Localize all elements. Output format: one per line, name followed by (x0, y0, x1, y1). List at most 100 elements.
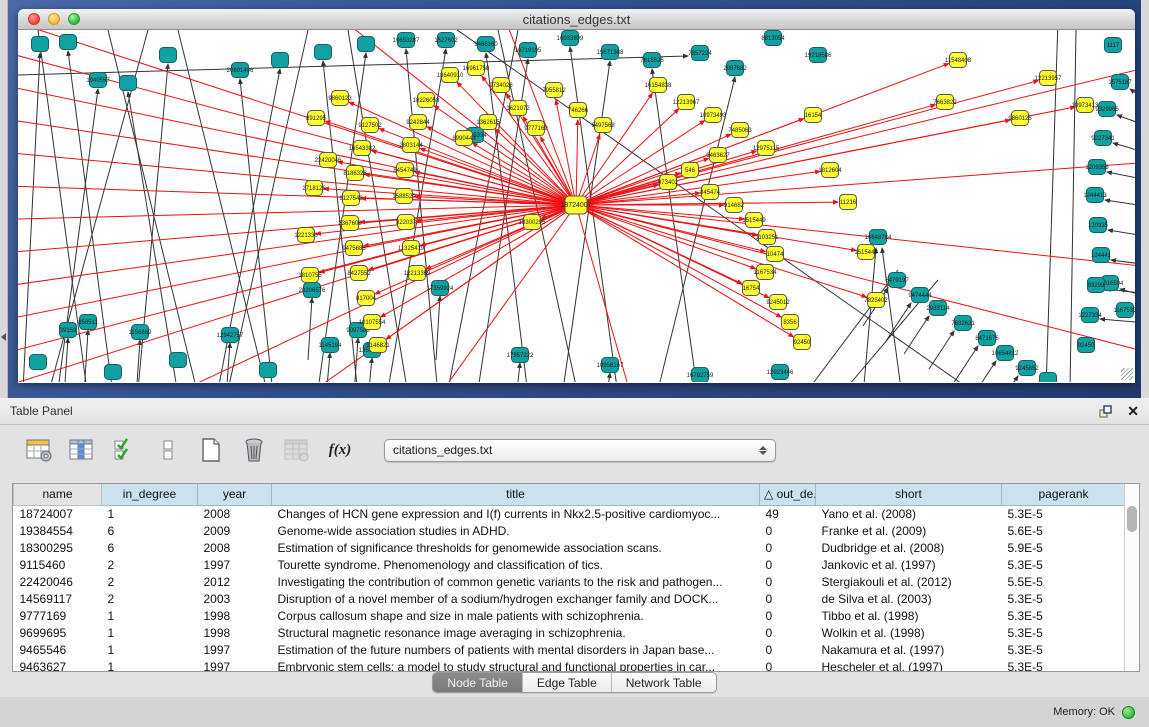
citation-edge-black[interactable] (368, 358, 372, 382)
cell-pagerank[interactable]: 5.3E-5 (1002, 607, 1125, 624)
cell-year[interactable]: 1997 (198, 658, 272, 671)
graph-node[interactable]: 20691406 (227, 63, 254, 78)
table-row[interactable]: 946362711997Embryonic stem cells: a mode… (14, 658, 1125, 671)
cell-year[interactable]: 1997 (198, 556, 272, 573)
citation-edge-red[interactable] (576, 81, 1038, 205)
cell-out_degree[interactable]: 49 (760, 505, 816, 522)
cell-short[interactable]: Wolkin et al. (1998) (816, 624, 1002, 641)
graph-node[interactable] (260, 363, 277, 378)
table-vertical-scrollbar[interactable] (1124, 484, 1139, 671)
graph-node[interactable]: 9475685 (342, 241, 366, 256)
table-row[interactable]: 2242004622012Investigating the contribut… (14, 573, 1125, 590)
graph-node[interactable]: 10654812 (992, 346, 1019, 361)
citation-edge-red[interactable] (576, 64, 949, 205)
citation-edge-red[interactable] (18, 205, 576, 255)
table-row[interactable]: 977716911998Corpus callosum shape and si… (14, 607, 1125, 624)
cell-pagerank[interactable]: 5.3E-5 (1002, 624, 1125, 641)
cell-out_degree[interactable]: 0 (760, 658, 816, 671)
cell-pagerank[interactable]: 5.5E-5 (1002, 573, 1125, 590)
cell-in_degree[interactable]: 6 (102, 522, 198, 539)
graph-node[interactable]: 10973493 (700, 108, 727, 123)
cell-short[interactable]: Franke et al. (2009) (816, 522, 1002, 539)
cell-in_degree[interactable]: 6 (102, 539, 198, 556)
graph-node[interactable]: 2933114 (927, 301, 951, 316)
citation-edge-black[interactable] (1105, 200, 1135, 208)
graph-node[interactable]: 1812604 (818, 163, 842, 178)
graph-node[interactable] (120, 76, 137, 91)
canvas-resize-grip[interactable] (1121, 368, 1133, 380)
graph-node[interactable]: 6479197 (885, 273, 909, 288)
citation-edge-black[interactable] (64, 338, 68, 382)
citation-edge-black[interactable] (606, 373, 610, 382)
graph-node[interactable]: 1362615 (476, 115, 500, 130)
cell-year[interactable]: 1997 (198, 641, 272, 658)
citation-edge-black[interactable] (1117, 115, 1135, 130)
cell-title[interactable]: Estimation of the future numbers of pati… (272, 641, 760, 658)
citation-edge-black[interactable] (993, 376, 1018, 382)
graph-node[interactable]: 17957222 (507, 348, 534, 363)
table-row[interactable]: 1830029562008Estimation of significance … (14, 539, 1125, 556)
citation-edge-black[interactable] (1113, 143, 1135, 156)
graph-node[interactable]: 1227334 (1078, 308, 1102, 323)
graph-node[interactable]: 18226058 (413, 93, 440, 108)
citation-edge-black[interactable] (1108, 230, 1135, 238)
citation-edge-black[interactable] (23, 53, 40, 382)
graph-node[interactable]: 17359924 (427, 281, 454, 296)
cell-year[interactable]: 2003 (198, 590, 272, 607)
cell-pagerank[interactable]: 5.3E-5 (1002, 641, 1125, 658)
graph-node[interactable]: 16033809 (557, 31, 584, 46)
cell-title[interactable]: Investigating the contribution of common… (272, 573, 760, 590)
table-row[interactable]: 911546021997Tourette syndrome. Phenomeno… (14, 556, 1125, 573)
column-header-out_degree[interactable]: △ out_de... (760, 484, 816, 505)
collapse-left-arrow-icon[interactable] (1, 333, 6, 341)
graph-node[interactable]: 1145194 (319, 338, 343, 353)
graph-node[interactable]: 20206576 (299, 283, 326, 298)
cell-name[interactable]: 18300295 (14, 539, 102, 556)
network-window-titlebar[interactable]: citations_edges.txt (18, 9, 1135, 30)
cell-out_degree[interactable]: 0 (760, 590, 816, 607)
table-row[interactable]: 1456911722003Disruption of a novel membe… (14, 590, 1125, 607)
citation-edge-black[interactable] (882, 248, 902, 382)
graph-node[interactable]: 16154838 (645, 78, 672, 93)
delete-table-icon[interactable] (239, 435, 269, 465)
graph-node[interactable] (30, 355, 47, 370)
table-row[interactable]: 1872400712008Changes of HCN gene express… (14, 505, 1125, 522)
graph-node[interactable]: 1621072 (506, 101, 530, 116)
memory-ok-indicator-icon[interactable] (1122, 706, 1135, 719)
node-table-grid[interactable]: namein_degreeyeartitle△ out_de...shortpa… (13, 484, 1124, 671)
graph-node[interactable]: 9127502 (358, 118, 382, 133)
cell-name[interactable]: 9777169 (14, 607, 102, 624)
graph-node[interactable]: 7615526 (640, 53, 664, 68)
cell-in_degree[interactable]: 1 (102, 624, 198, 641)
table-settings-icon[interactable] (24, 435, 54, 465)
graph-node[interactable]: 7485063 (728, 123, 752, 138)
graph-node[interactable]: 10474 (767, 247, 785, 262)
graph-node[interactable]: 546 (682, 163, 699, 178)
citation-edge-black[interactable] (1130, 89, 1135, 108)
graph-node[interactable]: 1940557 (86, 73, 110, 88)
graph-node[interactable]: 9466160 (474, 37, 498, 52)
graph-node[interactable]: 9242844 (406, 115, 430, 130)
graph-node[interactable]: 12942757 (217, 328, 244, 343)
graph-node[interactable]: 8186328 (343, 166, 367, 181)
graph-node[interactable]: 2718126 (302, 181, 326, 196)
graph-node[interactable]: 12213967 (673, 95, 700, 110)
graph-node[interactable] (32, 37, 49, 52)
cell-in_degree[interactable]: 1 (102, 607, 198, 624)
cell-name[interactable]: 18724007 (14, 505, 102, 522)
column-header-in_degree[interactable]: in_degree (102, 484, 198, 505)
graph-node[interactable]: 10958167 (597, 358, 624, 373)
cell-title[interactable]: Disruption of a novel member of a sodium… (272, 590, 760, 607)
table-selector[interactable]: citations_edges.txt (384, 439, 776, 462)
cell-short[interactable]: Hescheler et al. (1997) (816, 658, 1002, 671)
cell-pagerank[interactable]: 5.9E-5 (1002, 539, 1125, 556)
cell-title[interactable]: Estimation of significance thresholds fo… (272, 539, 760, 556)
citation-edge-black[interactable] (808, 270, 898, 382)
graph-node[interactable]: 9127548 (339, 191, 363, 206)
graph-node[interactable]: 9860123 (328, 91, 352, 106)
graph-node[interactable] (272, 53, 289, 68)
float-window-icon[interactable] (1099, 405, 1113, 418)
graph-node[interactable]: 6497568 (591, 118, 615, 133)
tab-edge-table[interactable]: Edge Table (523, 673, 612, 692)
table-row[interactable]: 969969511998Structural magnetic resonanc… (14, 624, 1125, 641)
